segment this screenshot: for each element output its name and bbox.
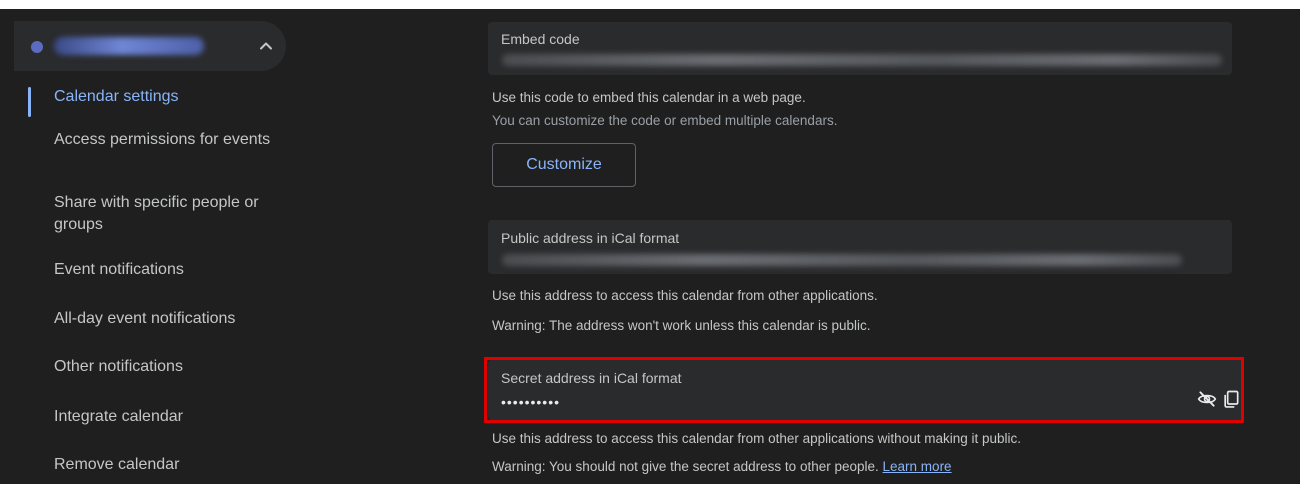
calendar-color-dot bbox=[31, 41, 43, 53]
secret-ical-warning-text: Warning: You should not give the secret … bbox=[492, 459, 879, 474]
visibility-off-icon[interactable] bbox=[1196, 388, 1218, 410]
learn-more-link[interactable]: Learn more bbox=[883, 459, 952, 474]
public-ical-warning: Warning: The address won't work unless t… bbox=[492, 318, 871, 333]
embed-description: Use this code to embed this calendar in … bbox=[492, 90, 806, 105]
public-ical-value-redacted bbox=[502, 254, 1182, 266]
embed-code-value-redacted bbox=[502, 54, 1222, 66]
embed-code-field[interactable]: Embed code bbox=[488, 22, 1232, 75]
sidebar-item-other-notifications[interactable]: Other notifications bbox=[54, 356, 294, 378]
public-ical-field[interactable]: Public address in iCal format bbox=[488, 220, 1232, 274]
top-edge bbox=[0, 0, 1300, 9]
chevron-up-icon[interactable] bbox=[258, 38, 274, 54]
secret-ical-warning: Warning: You should not give the secret … bbox=[492, 459, 952, 474]
sidebar-item-remove-calendar[interactable]: Remove calendar bbox=[54, 454, 294, 476]
secret-ical-label: Secret address in iCal format bbox=[501, 370, 682, 386]
customize-button[interactable]: Customize bbox=[492, 143, 636, 187]
public-ical-description: Use this address to access this calendar… bbox=[492, 288, 878, 303]
public-ical-label: Public address in iCal format bbox=[501, 230, 680, 246]
sidebar-item-all-day-notifications[interactable]: All-day event notifications bbox=[54, 308, 294, 330]
secret-ical-field[interactable]: Secret address in iCal format •••••••••• bbox=[488, 360, 1244, 420]
sidebar-item-event-notifications[interactable]: Event notifications bbox=[54, 259, 294, 281]
secret-ical-description: Use this address to access this calendar… bbox=[492, 431, 1022, 446]
sidebar-item-integrate-calendar[interactable]: Integrate calendar bbox=[54, 406, 294, 428]
calendar-header[interactable] bbox=[14, 21, 286, 71]
embed-customize-hint: You can customize the code or embed mult… bbox=[492, 113, 838, 128]
settings-main: Embed code Use this code to embed this c… bbox=[470, 9, 1300, 484]
calendar-name-redacted bbox=[54, 37, 204, 55]
sidebar-item-share-with-people[interactable]: Share with specific people or groups bbox=[54, 192, 294, 236]
settings-sidebar: Calendar settings Access permissions for… bbox=[0, 9, 470, 484]
active-nav-indicator bbox=[28, 87, 31, 117]
sidebar-item-access-permissions[interactable]: Access permissions for events bbox=[54, 129, 294, 151]
sidebar-item-calendar-settings[interactable]: Calendar settings bbox=[54, 86, 294, 108]
embed-code-label: Embed code bbox=[501, 31, 580, 47]
copy-icon[interactable] bbox=[1220, 388, 1242, 410]
secret-ical-value: •••••••••• bbox=[501, 394, 561, 410]
